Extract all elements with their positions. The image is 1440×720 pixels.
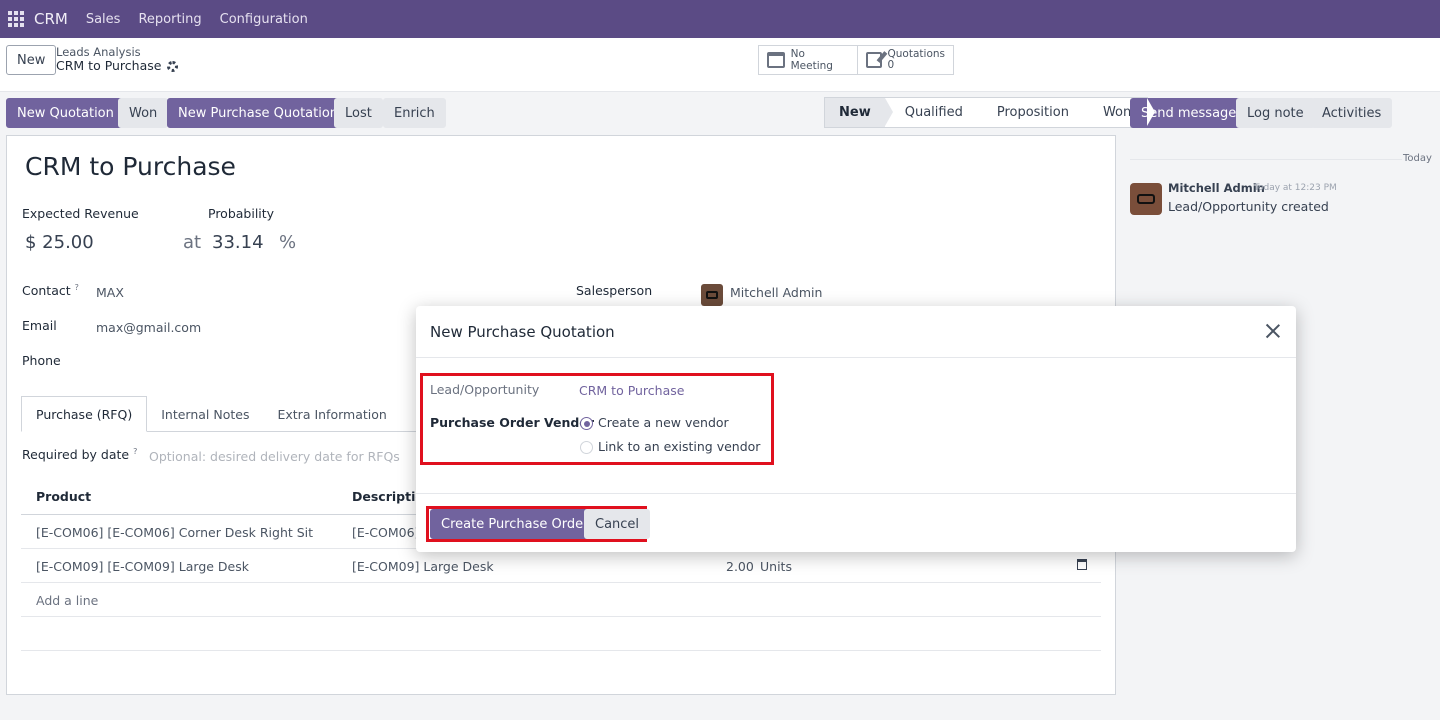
create-purchase-order-button[interactable]: Create Purchase Order — [430, 509, 600, 539]
dialog-footer-divider — [416, 493, 1296, 494]
create-new-vendor-radio[interactable] — [580, 417, 593, 430]
close-icon[interactable] — [1264, 322, 1282, 340]
cancel-button[interactable]: Cancel — [584, 509, 651, 539]
purchase-order-vendor-label: Purchase Order Vendor — [430, 415, 595, 430]
link-existing-vendor-label[interactable]: Link to an existing vendor — [598, 439, 760, 454]
lead-opportunity-link[interactable]: CRM to Purchase — [579, 383, 684, 398]
new-purchase-quotation-dialog: New Purchase Quotation Lead/Opportunity … — [416, 306, 1296, 552]
dialog-header: New Purchase Quotation — [416, 306, 1296, 358]
link-existing-vendor-radio[interactable] — [580, 441, 593, 454]
create-new-vendor-label[interactable]: Create a new vendor — [598, 415, 729, 430]
lead-opportunity-label: Lead/Opportunity — [430, 382, 540, 397]
dialog-title: New Purchase Quotation — [430, 323, 615, 341]
